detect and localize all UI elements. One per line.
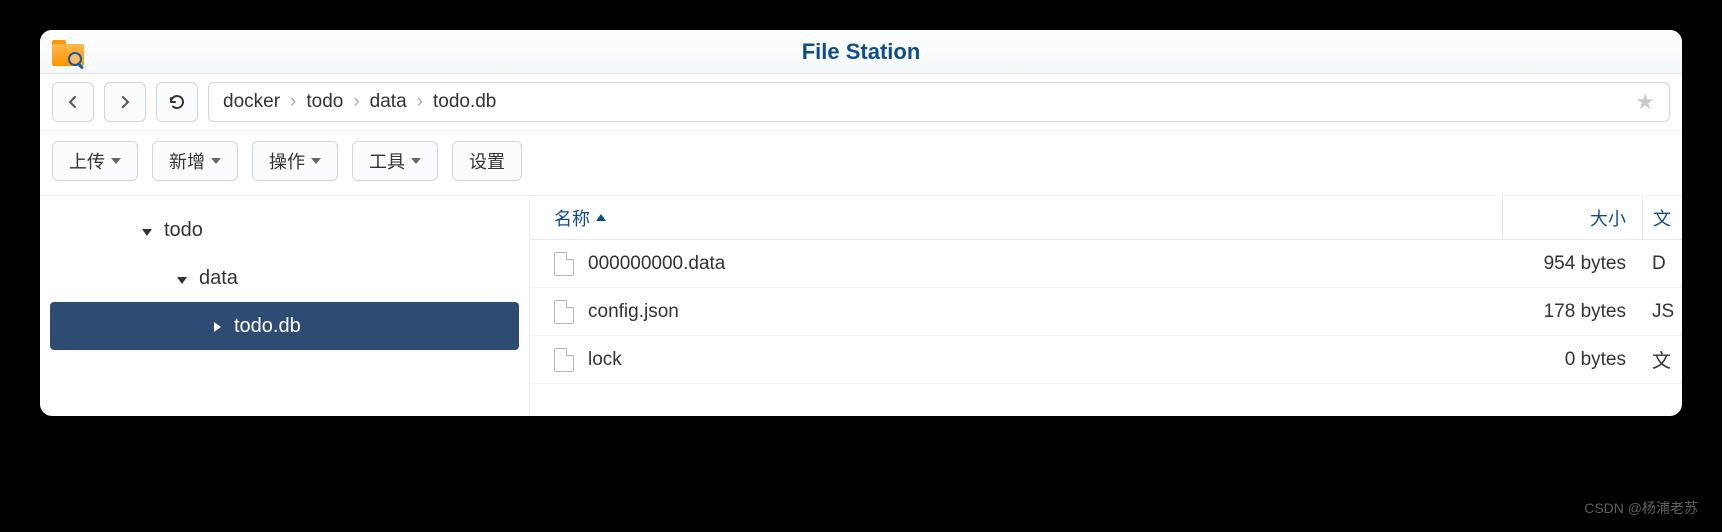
- chevron-right-icon: ›: [290, 91, 296, 113]
- file-name: config.json: [588, 301, 679, 323]
- file-icon: [554, 300, 574, 324]
- file-type: 文: [1642, 346, 1682, 373]
- chevron-left-icon: [66, 95, 80, 109]
- crumb-todo[interactable]: todo: [306, 91, 343, 113]
- create-button[interactable]: 新增: [152, 141, 238, 181]
- content: todo data todo.db 名称 大小 文 000000000.: [40, 196, 1682, 416]
- refresh-icon: [168, 93, 186, 111]
- column-size[interactable]: 大小: [1502, 196, 1642, 239]
- tree-label: todo: [164, 219, 203, 242]
- caret-down-icon: [311, 158, 321, 164]
- caret-down-icon: [411, 158, 421, 164]
- forward-button[interactable]: [104, 82, 146, 122]
- tree-item-data[interactable]: data: [40, 254, 529, 302]
- file-type: JS: [1642, 301, 1682, 323]
- watermark: CSDN @杨浦老苏: [1584, 498, 1698, 518]
- tree-label: todo.db: [234, 315, 301, 338]
- nav-row: docker › todo › data › todo.db ★: [40, 74, 1682, 131]
- column-type[interactable]: 文: [1642, 196, 1682, 239]
- tools-button[interactable]: 工具: [352, 141, 438, 181]
- file-type: D: [1642, 253, 1682, 275]
- file-size: 954 bytes: [1502, 253, 1642, 275]
- file-name: lock: [588, 349, 622, 371]
- tree-label: data: [199, 267, 238, 290]
- breadcrumb[interactable]: docker › todo › data › todo.db ★: [208, 82, 1670, 122]
- file-size: 178 bytes: [1502, 301, 1642, 323]
- app-folder-search-icon: [52, 38, 84, 66]
- caret-down-icon: [211, 158, 221, 164]
- sort-asc-icon: [596, 214, 606, 221]
- tree-item-tododb[interactable]: todo.db: [50, 302, 519, 350]
- crumb-data[interactable]: data: [370, 91, 407, 113]
- chevron-right-icon: [118, 95, 132, 109]
- file-icon: [554, 252, 574, 276]
- folder-tree: todo data todo.db: [40, 196, 530, 416]
- titlebar: File Station: [40, 30, 1682, 74]
- file-station-window: File Station docker › todo › data › todo…: [40, 30, 1682, 416]
- file-name: 000000000.data: [588, 253, 725, 275]
- list-header: 名称 大小 文: [530, 196, 1682, 240]
- refresh-button[interactable]: [156, 82, 198, 122]
- toolbar: 上传 新增 操作 工具 设置: [40, 131, 1682, 196]
- table-row[interactable]: lock 0 bytes 文: [530, 336, 1682, 384]
- expand-toggle[interactable]: [175, 267, 189, 290]
- crumb-tododb[interactable]: todo.db: [433, 91, 496, 113]
- caret-down-icon: [111, 158, 121, 164]
- app-title: File Station: [96, 39, 1626, 65]
- table-row[interactable]: config.json 178 bytes JS: [530, 288, 1682, 336]
- crumb-docker[interactable]: docker: [223, 91, 280, 113]
- column-name[interactable]: 名称: [530, 205, 1502, 231]
- tree-item-todo[interactable]: todo: [40, 206, 529, 254]
- file-size: 0 bytes: [1502, 349, 1642, 371]
- star-icon[interactable]: ★: [1635, 89, 1655, 115]
- action-button[interactable]: 操作: [252, 141, 338, 181]
- file-list: 名称 大小 文 000000000.data 954 bytes D confi…: [530, 196, 1682, 416]
- caret-down-icon: [142, 229, 152, 236]
- back-button[interactable]: [52, 82, 94, 122]
- caret-right-icon: [214, 322, 221, 332]
- file-icon: [554, 348, 574, 372]
- table-row[interactable]: 000000000.data 954 bytes D: [530, 240, 1682, 288]
- caret-down-icon: [177, 277, 187, 284]
- settings-button[interactable]: 设置: [452, 141, 522, 181]
- chevron-right-icon: ›: [417, 91, 423, 113]
- expand-toggle[interactable]: [140, 219, 154, 242]
- upload-button[interactable]: 上传: [52, 141, 138, 181]
- chevron-right-icon: ›: [353, 91, 359, 113]
- expand-toggle[interactable]: [210, 315, 224, 338]
